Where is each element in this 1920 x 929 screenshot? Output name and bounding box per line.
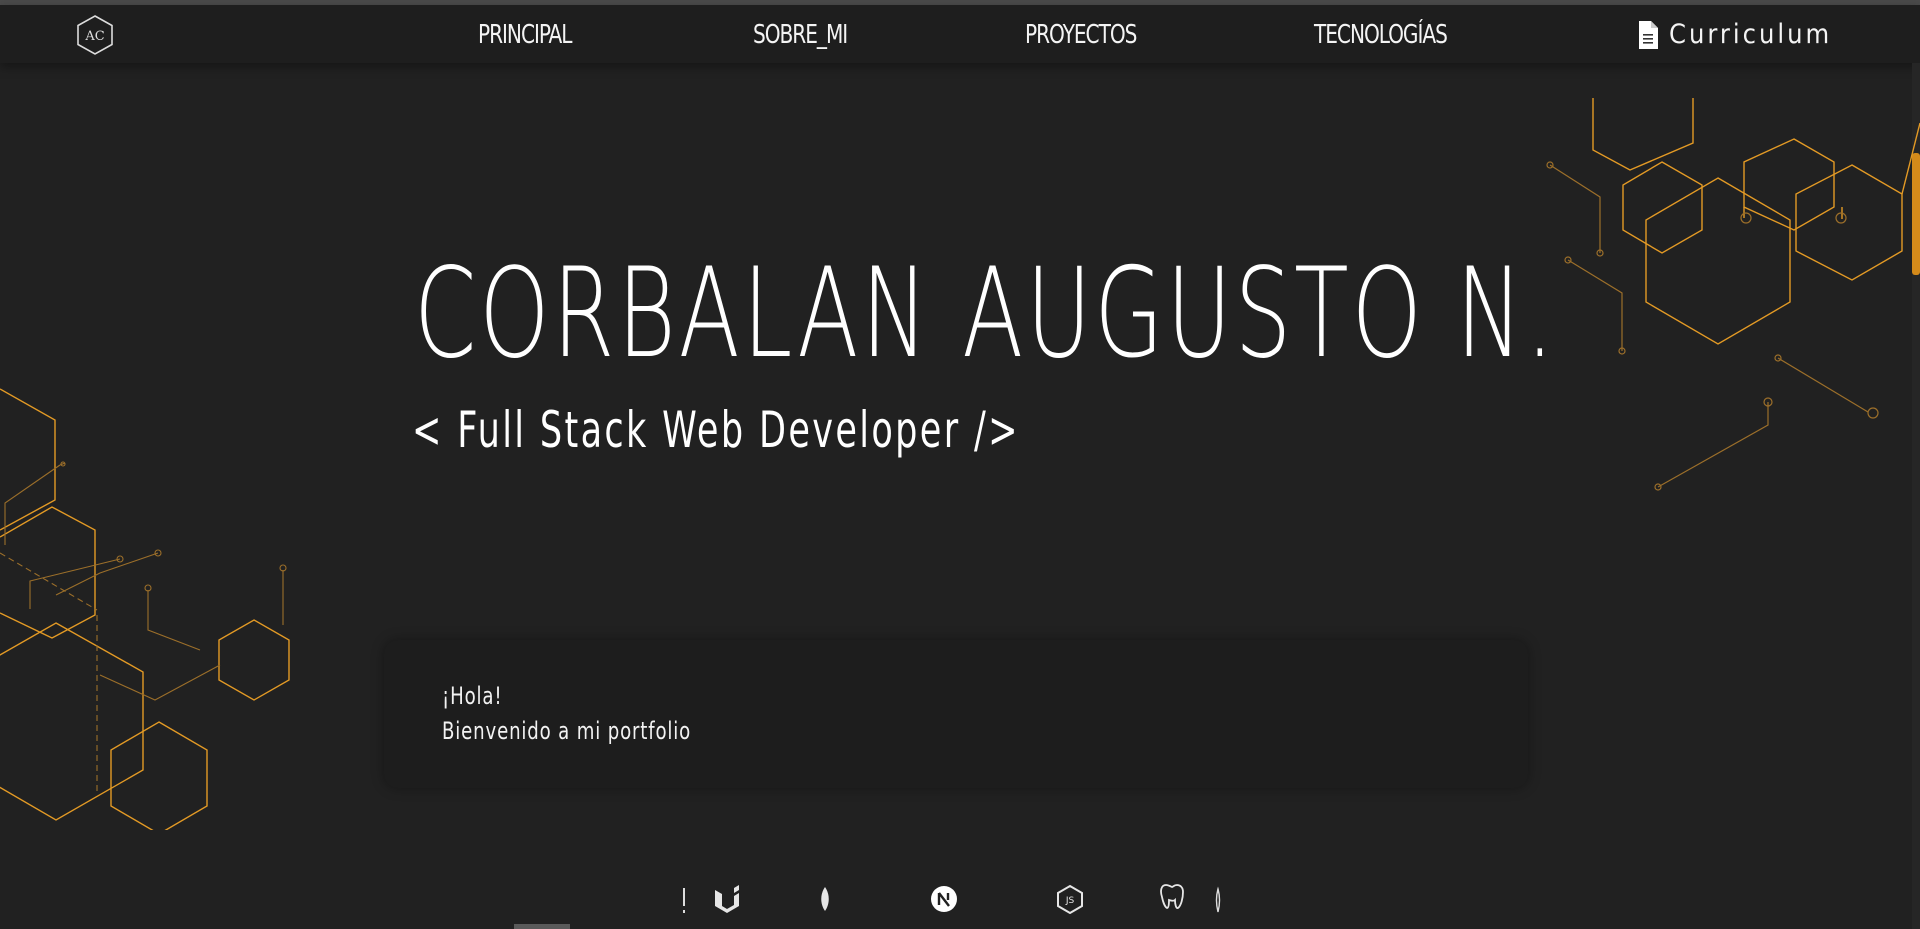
logo[interactable]: AC (74, 14, 116, 56)
nav-proyectos[interactable]: PROYECTOS (1025, 20, 1137, 50)
material-ui-icon (715, 885, 739, 913)
nav-principal[interactable]: PRINCIPAL (478, 20, 572, 50)
partial-icon-right (1215, 886, 1221, 913)
nextjs-icon (931, 886, 957, 912)
curriculum-link[interactable]: Curriculum (1637, 19, 1832, 50)
svg-text:JS: JS (1065, 896, 1075, 906)
tech-carousel: JS (0, 880, 1920, 920)
curriculum-label: Curriculum (1669, 19, 1833, 50)
navbar: AC PRINCIPAL SOBRE_MI PROYECTOS TECNOLOG… (0, 5, 1920, 63)
partial-icon-left (683, 888, 685, 913)
mongodb-icon (821, 887, 829, 911)
postgresql-icon (1160, 884, 1184, 910)
welcome-card: ¡Hola! Bienvenido a mi portfolio (384, 640, 1528, 788)
welcome-message: Bienvenido a mi portfolio (442, 717, 692, 745)
nav-tecnologias[interactable]: TECNOLOGÍAS (1314, 20, 1448, 50)
nav-sobre-mi[interactable]: SOBRE_MI (753, 20, 848, 50)
carousel-indicator[interactable] (514, 924, 570, 929)
hex-network-decoration-left (0, 388, 290, 830)
hex-network-decoration-right (1546, 98, 1920, 491)
welcome-greeting: ¡Hola! (442, 682, 503, 710)
document-icon (1639, 20, 1658, 49)
hero-role: < Full Stack Web Developer /> (412, 401, 1020, 459)
nodejs-icon: JS (1057, 884, 1083, 914)
hexagon-logo-icon: AC (77, 15, 113, 55)
hero-name: CORBALAN AUGUSTO N. (414, 242, 1557, 386)
svg-text:AC: AC (84, 29, 104, 44)
